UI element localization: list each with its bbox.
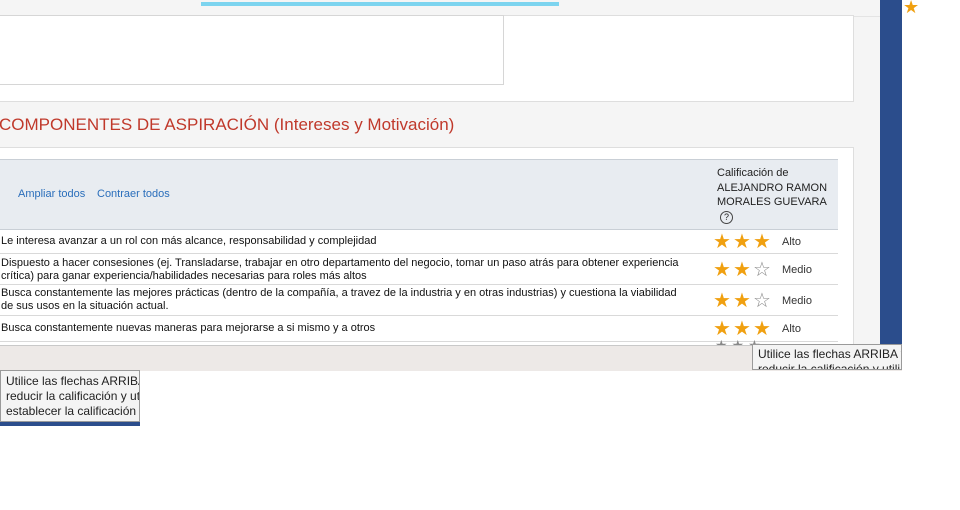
table-header: Ampliar todos Contraer todos Calificació… [0, 159, 838, 230]
table-row: Busca constantemente las mejores práctic… [0, 285, 838, 316]
loading-progress-bar [201, 2, 559, 6]
star-filled-icon[interactable]: ★ [712, 260, 732, 280]
star-filled-icon[interactable]: ★ [732, 291, 752, 311]
star-filled-icon[interactable]: ★ [712, 319, 732, 339]
competency-text: Busca constantemente nuevas maneras para… [1, 322, 376, 334]
tooltip-line: reducir la calificación y utili [758, 362, 901, 370]
star-rating[interactable]: ★ ★ ★ [712, 232, 772, 253]
competency-text: Dispuesto a hacer consesiones (ej. Trans… [1, 257, 679, 282]
rating-column-label: Calificación de ALEJANDRO RAMON MORALES … [717, 167, 828, 208]
star-empty-icon[interactable]: ☆ [752, 260, 772, 280]
section-title: COMPONENTES DE ASPIRACIÓN (Intereses y M… [0, 115, 455, 134]
star-filled-icon[interactable]: ★ [752, 232, 772, 252]
competency-text: Busca constantemente las mejores práctic… [1, 287, 677, 312]
rating-column-header: Calificación de ALEJANDRO RAMON MORALES … [717, 166, 837, 224]
table-body: Le interesa avanzar a un rol con más alc… [0, 230, 838, 342]
comments-textarea[interactable] [0, 15, 504, 85]
expand-all-link[interactable]: Ampliar todos [18, 188, 85, 200]
competency-text: Le interesa avanzar a un rol con más alc… [1, 235, 377, 247]
rating-level-label: Medio [782, 295, 812, 307]
dialog-content: COMPONENTES DE ASPIRACIÓN (Intereses y M… [0, 0, 880, 345]
tooltip-line: Utilice las flechas ARRIBA y [758, 347, 902, 361]
star-filled-icon[interactable]: ★ [732, 319, 752, 339]
star-filled-icon[interactable]: ★ [712, 232, 732, 252]
help-circle-icon[interactable]: ? [720, 210, 733, 224]
star-filled-icon[interactable]: ★ [752, 319, 772, 339]
rating-tooltip-right: Utilice las flechas ARRIBA y reducir la … [752, 344, 902, 370]
rating-tooltip-left: Utilice las flechas ARRIBA reducir la ca… [0, 370, 140, 422]
star-filled-icon[interactable]: ★ [712, 291, 732, 311]
rating-level-label: Alto [782, 323, 801, 335]
rating-level-label: Alto [782, 236, 801, 248]
competency-table: Ampliar todos Contraer todos Calificació… [0, 159, 838, 342]
star-rating[interactable]: ★ ★ ☆ [712, 260, 772, 281]
star-filled-icon[interactable]: ★ [732, 232, 752, 252]
page-margin [902, 0, 960, 370]
tooltip-line: establecer la calificación r [6, 404, 140, 418]
tooltip-line: reducir la calificación y ut [6, 389, 140, 403]
rating-level-label: Medio [782, 264, 812, 276]
tooltip-line: Utilice las flechas ARRIBA [6, 374, 140, 388]
table-row: Le interesa avanzar a un rol con más alc… [0, 230, 838, 254]
star-empty-icon[interactable]: ☆ [752, 291, 772, 311]
collapse-all-link[interactable]: Contraer todos [97, 188, 170, 200]
rating-dialog: COMPONENTES DE ASPIRACIÓN (Intereses y M… [0, 0, 880, 345]
table-row: Dispuesto a hacer consesiones (ej. Trans… [0, 254, 838, 285]
star-filled-icon[interactable]: ★ [732, 260, 752, 280]
star-rating[interactable]: ★ ★ ☆ [712, 291, 772, 312]
table-row: Busca constantemente nuevas maneras para… [0, 316, 838, 342]
star-icon: ★ [903, 0, 920, 17]
